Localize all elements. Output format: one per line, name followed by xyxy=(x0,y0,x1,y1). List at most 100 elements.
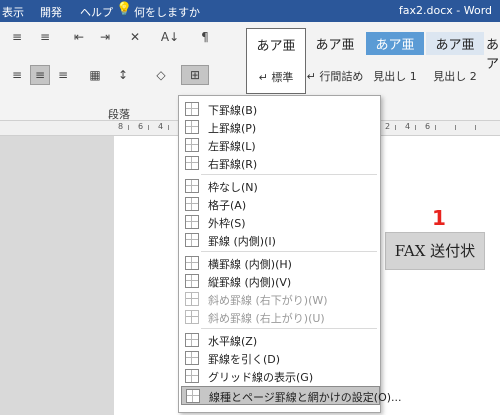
menu-item-borders-and-shading[interactable]: 線種とページ罫線と網かけの設定(O)... xyxy=(181,386,402,405)
ruler-tick xyxy=(455,125,456,130)
lightbulb-icon[interactable]: 💡 xyxy=(116,2,132,17)
style-preview: あア亜 xyxy=(426,32,484,55)
ruler-tick xyxy=(415,125,416,130)
horizontal-line-icon xyxy=(185,333,199,347)
tab-developer[interactable]: 開発 xyxy=(40,4,62,20)
ruler-number: 4 xyxy=(405,122,411,131)
menu-item-top-border[interactable]: 上罫線(P) xyxy=(181,118,378,136)
menu-item-label: 縦罫線 (内側)(V) xyxy=(208,276,292,289)
menu-item-outside-borders[interactable]: 外枠(S) xyxy=(181,213,378,231)
menu-item-label: 罫線 (内側)(I) xyxy=(208,235,276,248)
borders-button[interactable]: ⊞ xyxy=(181,65,209,85)
align-center-button[interactable]: ≡ xyxy=(30,65,50,85)
align-right-button[interactable]: ≡ xyxy=(54,66,72,84)
style-preview: あア亜 xyxy=(315,38,355,53)
menu-separator xyxy=(201,328,377,329)
menu-item-inside-horizontal[interactable]: 横罫線 (内側)(H) xyxy=(181,254,378,272)
menu-item-label: 左罫線(L) xyxy=(208,140,256,153)
ruler-number: 4 xyxy=(158,122,164,131)
ruler-tick xyxy=(148,125,149,130)
bottom-border-icon xyxy=(185,102,199,116)
style-title[interactable]: あア xyxy=(486,28,500,92)
menu-separator xyxy=(201,174,377,175)
distributed-button[interactable]: ▦ xyxy=(86,66,104,84)
menu-item-label: グリッド線の表示(G) xyxy=(208,371,314,384)
menu-item-left-border[interactable]: 左罫線(L) xyxy=(181,136,378,154)
sort-button[interactable]: A↓ xyxy=(160,28,180,46)
all-borders-icon xyxy=(185,197,199,211)
shading-button[interactable]: ◇ xyxy=(150,66,172,84)
menu-item-label: 枠なし(N) xyxy=(208,181,258,194)
ruler-number: 8 xyxy=(118,122,124,131)
ruler-number: 6 xyxy=(425,122,431,131)
style-label: ↵ 標準 xyxy=(258,71,294,84)
menu-item-label: 斜め罫線 (右下がり)(W) xyxy=(208,294,328,307)
annotation-1: 1 xyxy=(432,206,446,230)
menu-item-label: 外枠(S) xyxy=(208,217,246,230)
no-border-icon xyxy=(185,179,199,193)
style-preview: あア亜 xyxy=(366,32,424,55)
menu-item-label: 横罫線 (内側)(H) xyxy=(208,258,292,271)
outside-borders-icon xyxy=(185,215,199,229)
view-gridlines-icon xyxy=(185,369,199,383)
right-border-icon xyxy=(185,156,199,170)
menu-item-no-border[interactable]: 枠なし(N) xyxy=(181,177,378,195)
borders-and-shading-icon xyxy=(186,389,200,403)
menu-item-draw-table[interactable]: 罫線を引く(D) xyxy=(181,349,378,367)
line-spacing-button[interactable]: ↕ xyxy=(112,66,134,84)
ruler-tick xyxy=(435,125,436,130)
styles-gallery: あア亜 ↵ 標準 あア亜 ↵ 行間詰め あア亜 見出し 1 あア亜 見出し 2 … xyxy=(242,28,500,100)
inside-horizontal-border-icon xyxy=(185,256,199,270)
menu-item-inside-vertical[interactable]: 縦罫線 (内側)(V) xyxy=(181,272,378,290)
menu-item-right-border[interactable]: 右罫線(R) xyxy=(181,154,378,172)
ruler-number: 2 xyxy=(385,122,391,131)
style-label: 見出し 1 xyxy=(373,70,417,83)
menu-item-label: 下罫線(B) xyxy=(208,104,258,117)
menu-item-bottom-border[interactable]: 下罫線(B) xyxy=(181,100,378,118)
menu-item-view-gridlines[interactable]: グリッド線の表示(G) xyxy=(181,367,378,385)
decrease-indent-button[interactable]: ⇤ xyxy=(70,28,88,46)
left-border-icon xyxy=(185,138,199,152)
draw-table-icon xyxy=(185,351,199,365)
tab-help[interactable]: ヘルプ xyxy=(80,4,113,20)
ruler-number: 6 xyxy=(138,122,144,131)
style-heading-1[interactable]: あア亜 見出し 1 xyxy=(366,28,424,92)
ruler-tick xyxy=(168,125,169,130)
tools-button[interactable]: ✕ xyxy=(126,28,144,46)
title-bar: 表示 開発 ヘルプ 💡 何をしますか fax2.docx - Word xyxy=(0,0,500,22)
menu-item-label: 斜め罫線 (右上がり)(U) xyxy=(208,312,325,325)
menu-item-diagonal-down[interactable]: 斜め罫線 (右下がり)(W) xyxy=(181,290,378,308)
style-label: 見出し 2 xyxy=(433,70,477,83)
style-normal[interactable]: あア亜 ↵ 標準 xyxy=(246,28,306,94)
top-border-icon xyxy=(185,120,199,134)
numbering-button[interactable]: ≡ xyxy=(36,28,54,46)
diagonal-down-border-icon xyxy=(185,292,199,306)
menu-item-diagonal-up[interactable]: 斜め罫線 (右上がり)(U) xyxy=(181,308,378,326)
ruler-tick xyxy=(395,125,396,130)
style-no-spacing[interactable]: あア亜 ↵ 行間詰め xyxy=(306,28,364,92)
menu-item-label: 水平線(Z) xyxy=(208,335,258,348)
diagonal-up-border-icon xyxy=(185,310,199,324)
tab-view[interactable]: 表示 xyxy=(2,4,24,20)
menu-item-label: 線種とページ罫線と網かけの設定(O)... xyxy=(209,391,402,404)
ruler-tick xyxy=(128,125,129,130)
menu-item-horizontal-line[interactable]: 水平線(Z) xyxy=(181,331,378,349)
borders-dropdown-menu: 下罫線(B) 上罫線(P) 左罫線(L) 右罫線(R) 枠なし(N) 格子(A)… xyxy=(178,95,402,413)
inside-borders-icon xyxy=(185,233,199,247)
tell-me-search[interactable]: 何をしますか xyxy=(134,4,200,20)
ruler-tick xyxy=(475,125,476,130)
bullets-button[interactable]: ≡ xyxy=(8,28,26,46)
menu-item-all-borders[interactable]: 格子(A) xyxy=(181,195,378,213)
inside-vertical-border-icon xyxy=(185,274,199,288)
menu-item-inside-borders[interactable]: 罫線 (内側)(I) xyxy=(181,231,378,249)
menu-item-label: 格子(A) xyxy=(208,199,247,212)
menu-item-label: 上罫線(P) xyxy=(208,122,257,135)
align-left-button[interactable]: ≡ xyxy=(8,66,26,84)
fax-title-cell[interactable]: FAX 送付状 xyxy=(385,232,485,270)
show-formatting-button[interactable]: ¶ xyxy=(196,28,214,46)
style-preview: あア亜 xyxy=(256,39,296,54)
style-heading-2[interactable]: あア亜 見出し 2 xyxy=(426,28,484,92)
increase-indent-button[interactable]: ⇥ xyxy=(96,28,114,46)
menu-separator xyxy=(201,251,377,252)
document-title: fax2.docx - Word xyxy=(398,4,492,17)
